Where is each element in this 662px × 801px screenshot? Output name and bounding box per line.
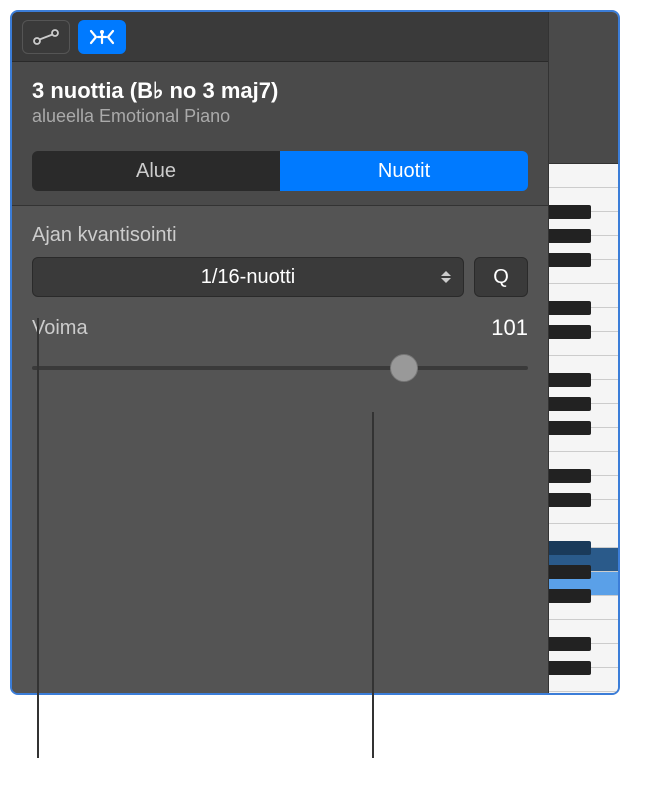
strength-label: Voima	[32, 317, 88, 340]
callout-line-2	[372, 412, 374, 758]
black-key[interactable]	[549, 397, 591, 411]
black-key[interactable]	[549, 637, 591, 651]
quantize-row: 1/16-nuotti Q	[32, 257, 528, 297]
black-key[interactable]	[549, 541, 591, 555]
quantize-label: Ajan kvantisointi	[32, 224, 528, 247]
inspector-panel: 3 nuottia (B♭ no 3 maj7) alueella Emotio…	[10, 10, 620, 695]
black-key[interactable]	[549, 373, 591, 387]
automation-tool-button[interactable]	[22, 20, 70, 54]
controls-section: Ajan kvantisointi 1/16-nuotti Q Voima 10…	[12, 206, 548, 693]
tab-notes[interactable]: Nuotit	[280, 151, 528, 191]
strength-value: 101	[491, 315, 528, 341]
quantize-button[interactable]: Q	[474, 257, 528, 297]
black-key[interactable]	[549, 421, 591, 435]
quantize-value: 1/16-nuotti	[201, 266, 296, 289]
black-key[interactable]	[549, 565, 591, 579]
black-key[interactable]	[549, 493, 591, 507]
main-panel: 3 nuottia (B♭ no 3 maj7) alueella Emotio…	[12, 12, 548, 693]
tab-row: Alue Nuotit	[12, 141, 548, 206]
black-key[interactable]	[549, 301, 591, 315]
black-key[interactable]	[549, 205, 591, 219]
black-key[interactable]	[549, 229, 591, 243]
black-key[interactable]	[549, 253, 591, 267]
black-key[interactable]	[549, 661, 591, 675]
select-chevrons-icon	[441, 271, 451, 283]
region-subtitle: alueella Emotional Piano	[32, 106, 528, 127]
midi-in-icon	[87, 27, 117, 47]
slider-thumb[interactable]	[390, 354, 418, 382]
quantize-select[interactable]: 1/16-nuotti	[32, 257, 464, 297]
piano-spacer	[549, 12, 618, 164]
midi-in-tool-button[interactable]	[78, 20, 126, 54]
piano-keys[interactable]: C3C2	[549, 164, 618, 695]
white-key[interactable]	[549, 692, 618, 695]
piano-panel: C3C2	[548, 12, 618, 693]
header-section: 3 nuottia (B♭ no 3 maj7) alueella Emotio…	[12, 62, 548, 141]
tab-region[interactable]: Alue	[32, 151, 280, 191]
toolbar	[12, 12, 548, 62]
white-key[interactable]	[549, 164, 618, 188]
strength-row: Voima 101	[32, 315, 528, 341]
slider-track-line	[32, 366, 528, 370]
black-key[interactable]	[549, 469, 591, 483]
strength-slider[interactable]	[32, 353, 528, 383]
automation-icon	[32, 28, 60, 46]
black-key[interactable]	[549, 589, 591, 603]
black-key[interactable]	[549, 325, 591, 339]
callout-line-1	[37, 318, 39, 758]
selection-title: 3 nuottia (B♭ no 3 maj7)	[32, 78, 528, 104]
